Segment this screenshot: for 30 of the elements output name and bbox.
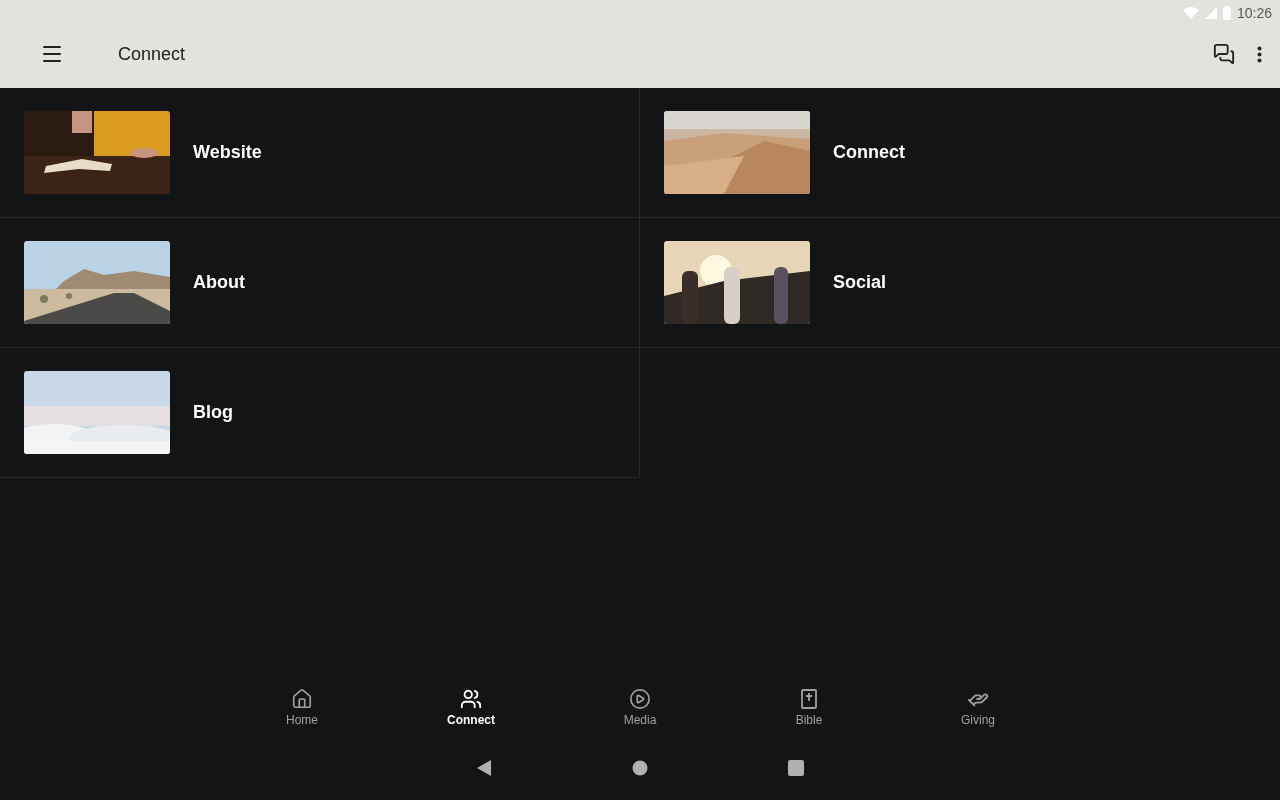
battery-icon [1222,6,1231,20]
signal-icon [1204,7,1217,19]
home-button-icon[interactable] [632,760,648,776]
nav-tab[interactable]: Home [217,682,387,742]
home-icon [291,688,313,710]
bible-icon [798,688,820,710]
nav-tab[interactable]: Media [555,682,725,742]
play-icon [629,688,651,710]
nav-tab[interactable]: Giving [893,682,1063,742]
tile-label: Blog [193,402,233,423]
link-tile[interactable]: Website [0,88,640,218]
link-tile[interactable]: Connect [640,88,1280,218]
tile-label: About [193,272,245,293]
back-icon[interactable] [476,760,492,776]
page-title: Connect [118,43,187,65]
more-icon [1257,45,1262,63]
link-tile[interactable]: Social [640,218,1280,348]
tile-label: Website [193,142,262,163]
more-button[interactable] [1257,45,1262,63]
chat-icon [1213,43,1235,65]
tile-label: Social [833,272,887,293]
wifi-icon [1182,7,1199,19]
nav-tab[interactable]: Connect [386,682,556,742]
clock-time: 10:26 [1236,5,1272,21]
nav-tab[interactable]: Bible [724,682,894,742]
tile-label: Connect [833,142,905,163]
link-tile[interactable]: About [0,218,640,348]
link-tile[interactable]: Blog [0,348,640,478]
chat-button[interactable] [1213,43,1235,65]
people-icon [460,688,482,710]
